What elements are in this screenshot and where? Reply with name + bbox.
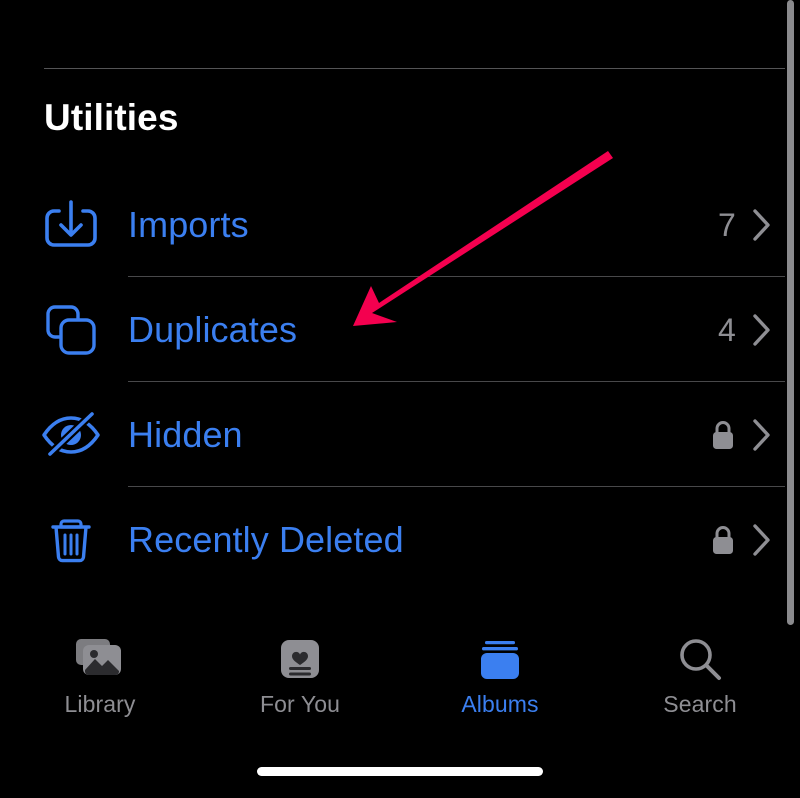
tab-albums[interactable]: Albums [400, 625, 600, 717]
tab-for-you[interactable]: For You [200, 625, 400, 717]
list-item-accessory: 7 [716, 207, 772, 243]
tab-label: For You [260, 691, 340, 717]
utilities-scroll-area[interactable]: Utilities Imports 7 Duplicates 4 Hidden … [0, 0, 800, 625]
albums-icon [475, 635, 525, 683]
list-item-accessory [674, 523, 772, 557]
item-count: 4 [718, 311, 736, 348]
photo-stack-icon [74, 635, 126, 683]
tab-label: Library [64, 691, 136, 717]
tab-search[interactable]: Search [600, 625, 800, 717]
home-indicator [257, 767, 543, 776]
square-and-arrow-down-icon [40, 194, 102, 256]
list-item-recently-deleted[interactable]: Recently Deleted [0, 487, 800, 592]
chevron-right-icon [753, 523, 770, 556]
tab-bar: Library For You Albums Search [0, 625, 800, 740]
chevron-right-icon [753, 208, 770, 241]
tab-label: Search [663, 691, 737, 717]
photos-albums-screen: Utilities Imports 7 Duplicates 4 Hidden … [0, 0, 800, 798]
chevron-right-icon [753, 418, 770, 451]
list-item-duplicates[interactable]: Duplicates 4 [0, 277, 800, 382]
section-top-separator [44, 68, 785, 69]
page-title: Utilities [44, 97, 179, 138]
scrollbar-thumb[interactable] [787, 0, 794, 625]
list-item-label: Duplicates [128, 308, 298, 350]
heart-card-icon [278, 635, 322, 683]
list-item-label: Recently Deleted [128, 518, 404, 560]
chevron-right-icon [753, 313, 770, 346]
trash-icon [40, 509, 102, 571]
utilities-list: Imports 7 Duplicates 4 Hidden Recently D… [0, 172, 800, 592]
list-item-label: Imports [128, 203, 249, 245]
list-item-label: Hidden [128, 413, 243, 455]
square-on-square-icon [40, 299, 102, 361]
lock-icon [713, 525, 733, 554]
vertical-scrollbar[interactable] [787, 0, 794, 625]
list-item-accessory: 4 [716, 312, 772, 348]
list-item-hidden[interactable]: Hidden [0, 382, 800, 487]
list-item-accessory [674, 418, 772, 452]
magnifier-icon [677, 635, 723, 683]
item-count: 7 [718, 206, 736, 243]
tab-label: Albums [461, 691, 539, 717]
list-item-imports[interactable]: Imports 7 [0, 172, 800, 277]
tab-library[interactable]: Library [0, 625, 200, 717]
eye-slash-icon [40, 404, 102, 466]
lock-icon [713, 420, 733, 449]
